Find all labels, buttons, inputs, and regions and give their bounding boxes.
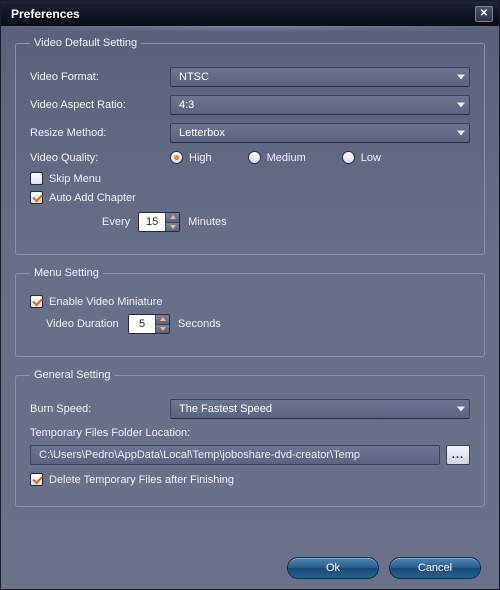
video-duration-spinner <box>128 314 170 334</box>
spinner-down-button[interactable] <box>165 222 179 232</box>
checkbox-icon <box>30 172 43 185</box>
skip-menu-label: Skip Menu <box>49 173 101 185</box>
dialog-footer: Ok Cancel <box>15 553 485 581</box>
video-aspect-value: 4:3 <box>179 99 194 111</box>
dialog-body: Video Default Setting Video Format: NTSC… <box>1 27 499 589</box>
delete-temp-checkbox[interactable]: Delete Temporary Files after Finishing <box>30 473 470 486</box>
chevron-up-icon <box>160 317 166 321</box>
spinner-up-button[interactable] <box>155 315 169 324</box>
chapter-unit-label: Minutes <box>188 216 227 228</box>
burn-speed-select[interactable]: The Fastest Speed <box>170 399 470 419</box>
burn-speed-value: The Fastest Speed <box>179 403 272 415</box>
temp-folder-path-value: C:\Users\Pedro\AppData\Local\Temp\jobosh… <box>39 449 360 461</box>
enable-miniature-checkbox[interactable]: Enable Video Miniature <box>30 295 470 308</box>
cancel-button-label: Cancel <box>418 562 452 574</box>
quality-medium-radio[interactable]: Medium <box>248 151 306 164</box>
chevron-down-icon <box>457 407 465 412</box>
enable-miniature-label: Enable Video Miniature <box>49 296 163 308</box>
video-format-value: NTSC <box>179 71 209 83</box>
video-duration-label: Video Duration <box>46 318 128 330</box>
cancel-button[interactable]: Cancel <box>389 557 481 579</box>
temp-folder-path-field[interactable]: C:\Users\Pedro\AppData\Local\Temp\jobosh… <box>30 445 440 465</box>
quality-low-label: Low <box>361 152 381 164</box>
quality-high-radio[interactable]: High <box>170 151 212 164</box>
burn-speed-label: Burn Speed: <box>30 403 170 415</box>
radio-icon <box>342 151 355 164</box>
chapter-every-label: Every <box>102 216 130 228</box>
chevron-down-icon <box>170 225 176 229</box>
radio-icon <box>248 151 261 164</box>
chevron-down-icon <box>457 75 465 80</box>
chevron-down-icon <box>457 103 465 108</box>
video-duration-input[interactable] <box>129 315 155 333</box>
video-quality-label: Video Quality: <box>30 152 170 164</box>
video-format-select[interactable]: NTSC <box>170 67 470 87</box>
close-icon: ✕ <box>480 9 488 19</box>
delete-temp-label: Delete Temporary Files after Finishing <box>49 474 234 486</box>
ok-button-label: Ok <box>326 562 340 574</box>
chapter-interval-spinner <box>138 212 180 232</box>
video-aspect-select[interactable]: 4:3 <box>170 95 470 115</box>
close-button[interactable]: ✕ <box>475 6 493 22</box>
spinner-down-button[interactable] <box>155 324 169 334</box>
radio-icon <box>170 151 183 164</box>
resize-method-select[interactable]: Letterbox <box>170 123 470 143</box>
quality-medium-label: Medium <box>267 152 306 164</box>
checkbox-icon <box>30 473 43 486</box>
chapter-interval-input[interactable] <box>139 213 165 231</box>
preferences-window: Preferences ✕ Video Default Setting Vide… <box>0 0 500 590</box>
auto-add-chapter-checkbox[interactable]: Auto Add Chapter <box>30 191 470 204</box>
quality-low-radio[interactable]: Low <box>342 151 381 164</box>
quality-high-label: High <box>189 152 212 164</box>
ok-button[interactable]: Ok <box>287 557 379 579</box>
chevron-down-icon <box>160 327 166 331</box>
checkbox-icon <box>30 295 43 308</box>
chevron-up-icon <box>170 215 176 219</box>
checkbox-icon <box>30 191 43 204</box>
skip-menu-checkbox[interactable]: Skip Menu <box>30 172 470 185</box>
group-video-legend: Video Default Setting <box>30 37 141 49</box>
window-title: Preferences <box>11 7 475 21</box>
chevron-down-icon <box>457 131 465 136</box>
group-menu-setting: Menu Setting Enable Video Miniature Vide… <box>15 267 485 357</box>
group-general-legend: General Setting <box>30 369 114 381</box>
titlebar: Preferences ✕ <box>1 1 499 27</box>
spinner-up-button[interactable] <box>165 213 179 222</box>
group-menu-legend: Menu Setting <box>30 267 103 279</box>
video-format-label: Video Format: <box>30 71 170 83</box>
resize-method-label: Resize Method: <box>30 127 170 139</box>
video-aspect-label: Video Aspect Ratio: <box>30 99 170 111</box>
browse-button[interactable]: ... <box>446 445 470 465</box>
temp-folder-label: Temporary Files Folder Location: <box>30 427 470 439</box>
resize-method-value: Letterbox <box>179 127 225 139</box>
auto-add-chapter-label: Auto Add Chapter <box>49 192 136 204</box>
duration-unit-label: Seconds <box>178 318 221 330</box>
ellipsis-icon: ... <box>452 449 464 461</box>
video-quality-radios: High Medium Low <box>170 151 381 164</box>
group-general-setting: General Setting Burn Speed: The Fastest … <box>15 369 485 507</box>
group-video-default: Video Default Setting Video Format: NTSC… <box>15 37 485 255</box>
